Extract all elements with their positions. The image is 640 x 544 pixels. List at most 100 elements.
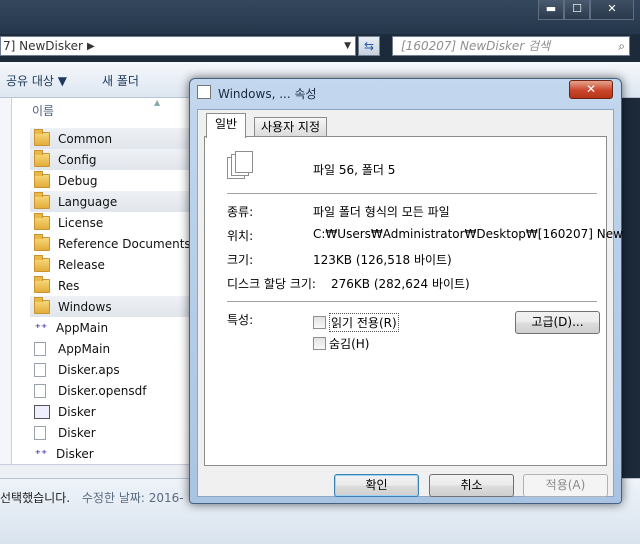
address-text: 7] NewDisker — [3, 39, 83, 53]
attributes-label: 특성: — [227, 313, 254, 327]
cancel-button[interactable]: 취소 — [429, 474, 514, 497]
list-item-label: AppMain — [56, 320, 109, 335]
general-tab-panel: 파일 56, 폴더 5 종류: 파일 폴더 형식의 모든 파일 위치: C:₩U… — [204, 136, 623, 466]
location-value: C:₩Users₩Administrator₩Desktop₩[160207] … — [313, 227, 623, 241]
list-item-label: Windows — [58, 299, 112, 314]
list-item-label: Disker.aps — [58, 362, 120, 377]
sort-arrow-icon: ▲ — [154, 98, 161, 107]
file-list: Common Config Debug Language License Referenc… — [30, 128, 200, 464]
list-item-label: Debug — [58, 173, 98, 188]
share-with-button[interactable]: 공유 대상 ▼ — [6, 72, 67, 89]
folder-properties-icon — [197, 85, 211, 99]
folder-icon — [34, 128, 50, 146]
list-item-label: Disker.opensdf — [58, 383, 147, 398]
readonly-checkbox-row[interactable]: 읽기 전용(R) — [313, 313, 399, 332]
list-item[interactable]: Windows — [30, 296, 200, 317]
dialog-title: Windows, ... 속성 — [218, 87, 317, 101]
refresh-button[interactable]: ⇆ — [358, 36, 380, 56]
search-placeholder: [160207] NewDisker 검색 — [401, 39, 551, 53]
dialog-titlebar[interactable]: Windows, ... 속성 ✕ — [190, 79, 621, 107]
list-item[interactable]: Common — [30, 128, 200, 149]
tab-general[interactable]: 일반 — [206, 113, 247, 138]
folder-icon — [34, 212, 50, 230]
list-item[interactable]: ⁺⁺ Disker — [30, 443, 200, 464]
advanced-button[interactable]: 고급(D)... — [515, 311, 600, 334]
status-selection-text: 선택했습니다. — [0, 491, 71, 505]
list-item[interactable]: Disker.opensdf — [30, 380, 200, 401]
file-list-pane: 이름 ▲ Common Config Debug Language License Ref… — [12, 98, 200, 478]
dialog-body: 일반 사용자 지정 파일 56, 폴더 5 종류: 파일 폴더 형식의 모든 파… — [197, 109, 623, 497]
list-item-label: Disker — [56, 446, 94, 461]
maximize-button[interactable]: ☐ — [564, 0, 590, 20]
folder-icon — [34, 149, 50, 167]
list-item-label: Reference Documents — [58, 236, 191, 251]
divider — [227, 301, 597, 302]
name-column-header[interactable]: 이름 — [32, 102, 54, 119]
navigation-pane[interactable] — [0, 98, 12, 476]
readonly-label[interactable]: 읽기 전용(R) — [329, 313, 399, 332]
multiple-files-icon — [227, 151, 259, 181]
address-dropdown-icon[interactable]: ▼ — [344, 41, 351, 51]
list-item[interactable]: Reference Documents — [30, 233, 200, 254]
readonly-checkbox[interactable] — [313, 316, 326, 329]
list-item[interactable]: Language — [30, 191, 200, 212]
new-folder-button[interactable]: 새 폴더 — [102, 72, 139, 89]
properties-dialog: Windows, ... 속성 ✕ 일반 사용자 지정 파일 56, 폴더 5 … — [189, 78, 623, 504]
location-label: 위치: — [227, 229, 254, 243]
type-label: 종류: — [227, 205, 254, 219]
tab-customize[interactable]: 사용자 지정 — [254, 117, 328, 137]
list-item-label: Config — [58, 152, 97, 167]
list-item-label: Release — [58, 257, 105, 272]
disk-size-label: 디스크 할당 크기: — [227, 277, 316, 291]
list-item-label: Common — [58, 131, 113, 146]
file-folder-count: 파일 56, 폴더 5 — [313, 163, 396, 177]
file-icon — [34, 383, 46, 398]
divider — [227, 193, 597, 194]
list-item[interactable]: Res — [30, 275, 200, 296]
apply-button[interactable]: 적용(A) — [523, 474, 608, 497]
list-item-label: Language — [58, 194, 118, 209]
list-item[interactable]: AppMain — [30, 338, 200, 359]
size-label: 크기: — [227, 253, 254, 267]
status-modified-date: 수정한 날짜: 2016- — [81, 491, 184, 505]
list-item-label: Disker — [58, 425, 96, 440]
folder-icon — [34, 254, 50, 272]
list-item[interactable]: Disker — [30, 422, 200, 443]
list-item[interactable]: License — [30, 212, 200, 233]
list-item[interactable]: Disker.aps — [30, 359, 200, 380]
list-item[interactable]: ⁺⁺ AppMain — [30, 317, 200, 338]
hidden-checkbox[interactable] — [313, 337, 326, 350]
folder-icon — [34, 170, 50, 188]
folder-icon — [34, 233, 50, 251]
file-icon — [34, 425, 46, 440]
address-bar[interactable]: 7] NewDisker ▶ ▼ — [0, 36, 356, 56]
folder-icon — [34, 275, 50, 293]
file-icon — [34, 341, 46, 356]
type-value: 파일 폴더 형식의 모든 파일 — [313, 205, 450, 219]
disk-size-value: 276KB (282,624 바이트) — [331, 277, 470, 291]
list-item-label: License — [58, 215, 104, 230]
list-item[interactable]: Debug — [30, 170, 200, 191]
explorer-titlebar: ▬ ☐ ✕ — [0, 0, 640, 34]
hidden-label[interactable]: 숨김(H) — [329, 335, 369, 352]
ok-button[interactable]: 확인 — [334, 474, 419, 497]
list-item[interactable]: Config — [30, 149, 200, 170]
program-icon: ⁺⁺ — [34, 446, 48, 461]
folder-icon — [34, 191, 50, 209]
list-item-label: AppMain — [58, 341, 111, 356]
list-item-label: Disker — [58, 404, 96, 419]
folder-icon — [34, 296, 50, 314]
horizontal-scrollbar[interactable] — [0, 464, 190, 478]
file-icon — [34, 362, 46, 377]
search-icon[interactable]: ⌕ — [618, 37, 625, 55]
minimize-button[interactable]: ▬ — [538, 0, 564, 20]
dialog-close-button[interactable]: ✕ — [569, 80, 613, 99]
search-input[interactable]: [160207] NewDisker 검색 ⌕ — [392, 36, 630, 56]
close-button[interactable]: ✕ — [590, 0, 634, 20]
list-item[interactable]: Release — [30, 254, 200, 275]
hidden-checkbox-row[interactable]: 숨김(H) — [313, 335, 369, 352]
list-item[interactable]: Disker — [30, 401, 200, 422]
list-item-label: Res — [58, 278, 80, 293]
image-icon — [34, 404, 50, 419]
breadcrumb-arrow-icon[interactable]: ▶ — [87, 41, 95, 52]
